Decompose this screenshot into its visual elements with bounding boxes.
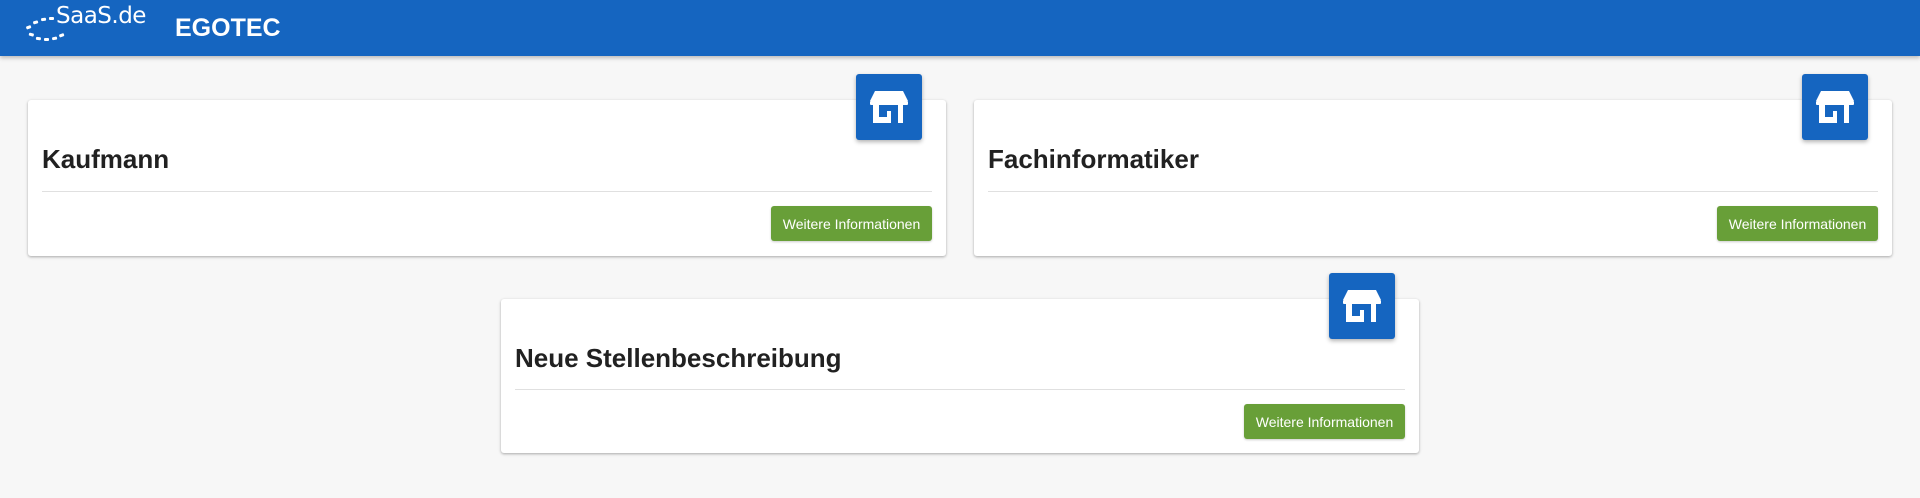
- more-info-button[interactable]: Weitere Informationen: [1244, 404, 1405, 439]
- store-icon: [1816, 91, 1854, 123]
- job-card-fachinformatiker: Fachinformatiker Weitere Informationen: [974, 74, 1892, 256]
- card-title: Fachinformatiker: [988, 144, 1199, 174]
- store-icon: [1343, 290, 1381, 322]
- card-divider: [42, 191, 932, 192]
- top-app-bar: SaaS.de EGOTEC: [0, 0, 1920, 56]
- card-title: Neue Stellenbeschreibung: [515, 343, 842, 373]
- more-info-button[interactable]: Weitere Informationen: [1717, 206, 1878, 241]
- card-icon-tile: [1329, 273, 1395, 339]
- job-card-neue-stellenbeschreibung: Neue Stellenbeschreibung Weitere Informa…: [501, 273, 1419, 453]
- saas-logo[interactable]: SaaS.de: [24, 3, 154, 47]
- company-name: EGOTEC: [175, 14, 281, 42]
- card-divider: [515, 389, 1405, 390]
- more-info-button[interactable]: Weitere Informationen: [771, 206, 932, 241]
- store-icon: [870, 91, 908, 123]
- card-icon-tile: [856, 74, 922, 140]
- job-card-kaufmann: Kaufmann Weitere Informationen: [28, 74, 946, 256]
- card-divider: [988, 191, 1878, 192]
- card-title: Kaufmann: [42, 144, 170, 174]
- logo-text: SaaS.de: [56, 3, 146, 29]
- card-icon-tile: [1802, 74, 1868, 140]
